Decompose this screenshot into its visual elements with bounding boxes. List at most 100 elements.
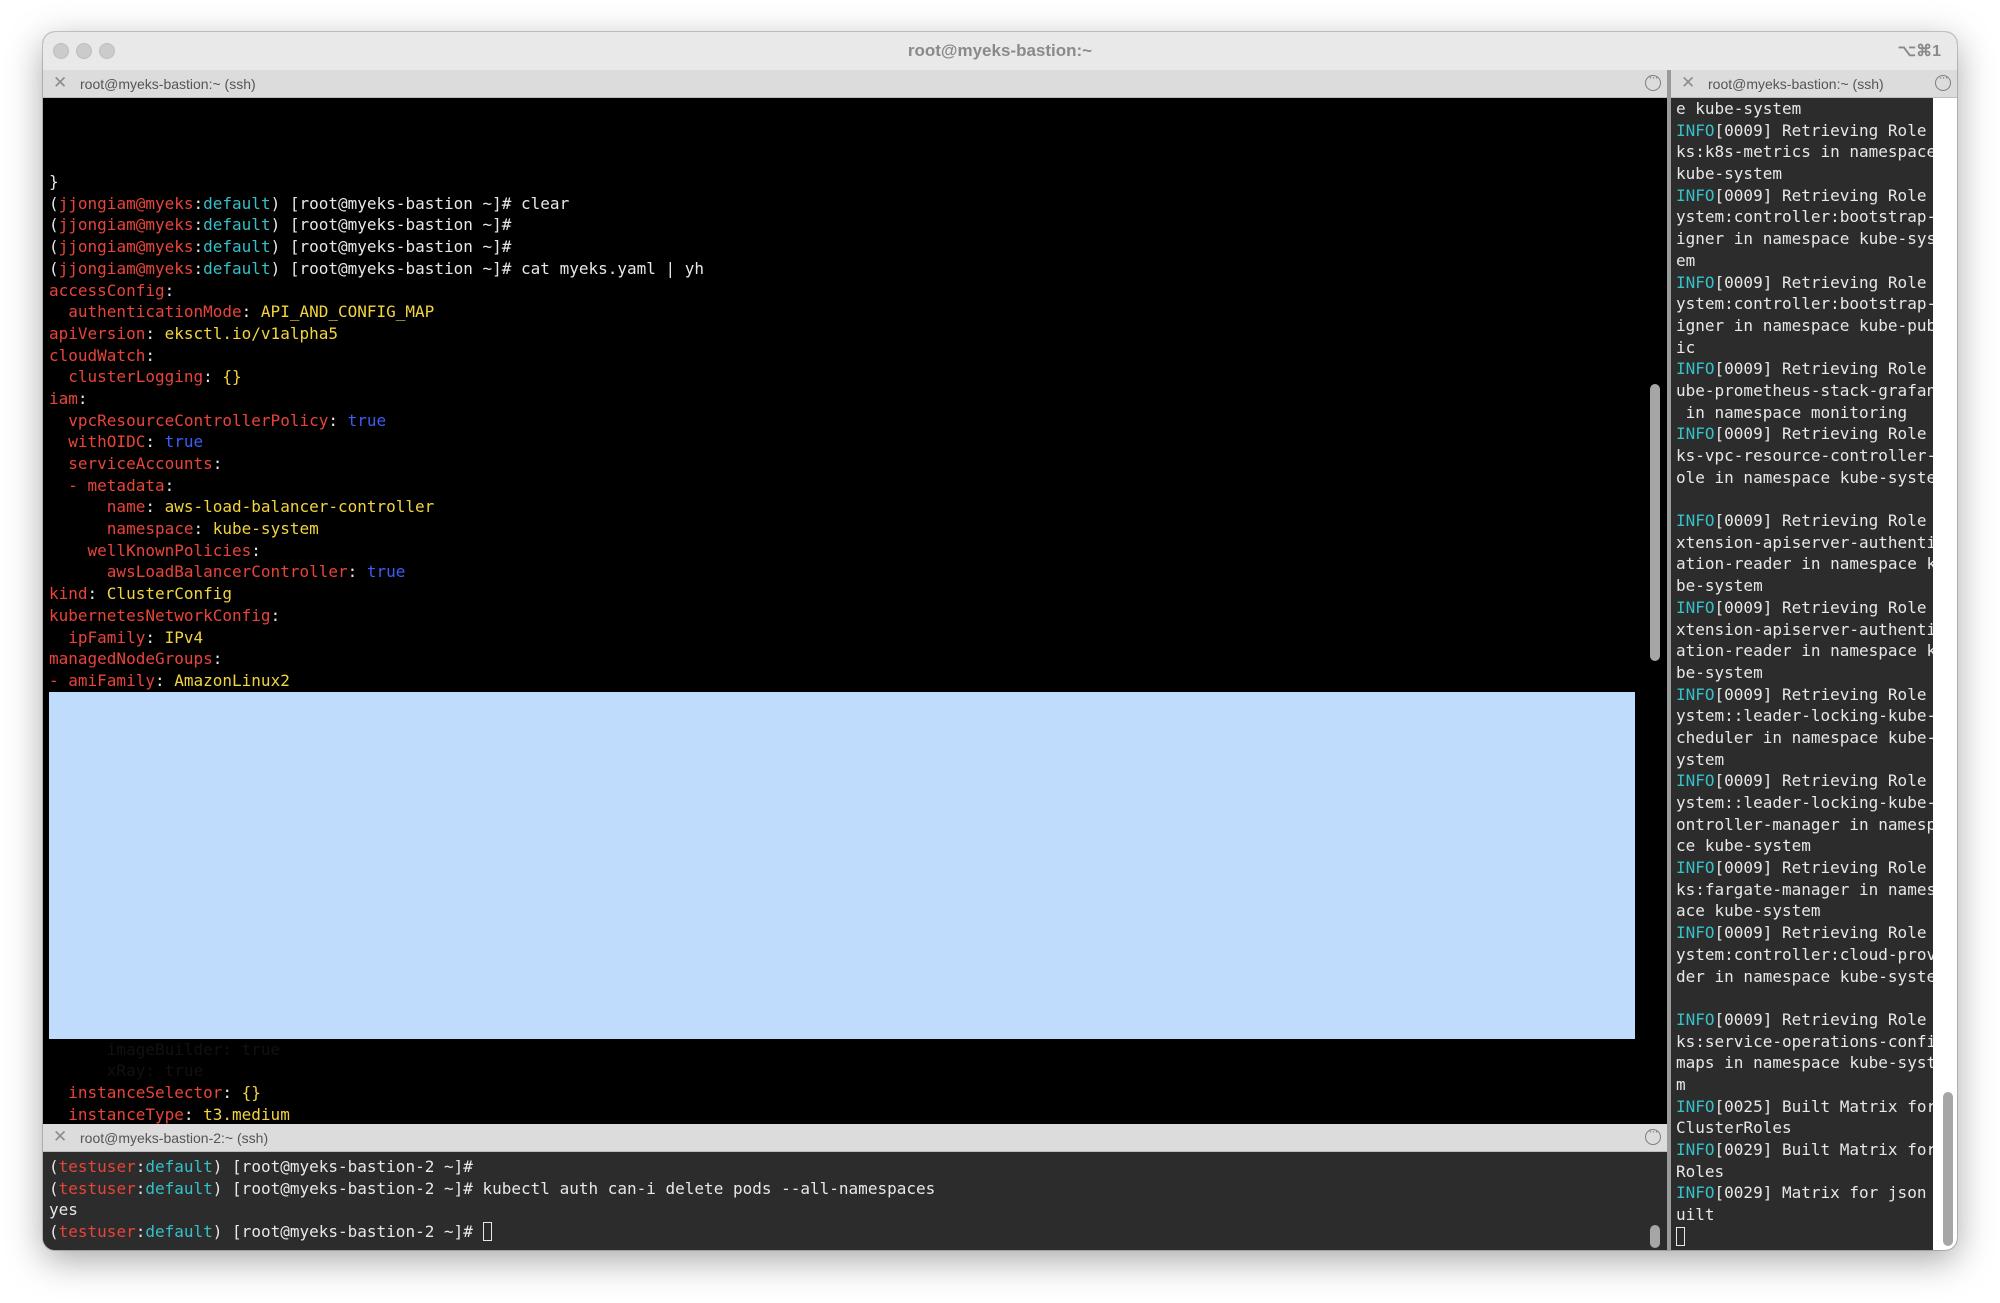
terminal-line: ks:service-operations-config [1676,1031,1933,1053]
terminal-text: : [241,302,261,322]
terminal-line: maps in namespace kube-syste [1676,1052,1933,1074]
terminal-text: kubernetesNetworkConfig [49,605,271,625]
terminal-pane-right[interactable]: e kube-system INFO[0009] Retrieving Role … [1671,98,1933,1250]
terminal-text: INFO [1676,272,1715,292]
terminal-text: [0009] Retrieving Role e [1714,597,1933,617]
pane-tab-main[interactable]: ✕ root@myeks-bastion:~ (ssh) [43,70,1667,98]
terminal-text: : [87,584,107,604]
terminal-text: serviceAccounts [49,454,213,474]
terminal-text: ystem::leader-locking-kube-s [1676,706,1933,726]
terminal-line: INFO[0009] Retrieving Role s [1676,185,1933,207]
terminal-line: namespace: kube-system [49,518,1667,540]
terminal-text: : [193,193,204,213]
terminal-text: ks:service-operations-config [1676,1031,1933,1051]
terminal-line: INFO[0025] Built Matrix for [1676,1096,1933,1118]
terminal-line: ce kube-system [1676,835,1933,857]
terminal-text: INFO [1676,1183,1715,1203]
terminal-text: INFO [1676,923,1715,943]
close-icon[interactable]: ✕ [53,73,67,93]
terminal-text: ube-prometheus-stack-grafana [1676,380,1933,400]
terminal-line: ation-reader in namespace ku [1676,640,1933,662]
terminal-text: : [145,432,165,452]
terminal-line: INFO[0009] Retrieving Role s [1676,272,1933,294]
terminal-text: ation-reader in namespace ku [1676,554,1933,574]
terminal-text: : [270,605,281,625]
terminal-text: be-system [1676,576,1763,596]
terminal-text: xtension-apiserver-authentic [1676,619,1933,639]
terminal-line: ation-reader in namespace ku [1676,553,1933,575]
terminal-text: jjongiam@myeks [58,215,194,235]
terminal-text: ystem::leader-locking-kube-c [1676,793,1933,812]
terminal-text: igner in namespace kube-publ [1676,315,1933,335]
terminal-pane-main[interactable]: } (jjongiam@myeks:default) [root@myeks-ba… [43,98,1667,1162]
terminal-line: e kube-system [1676,98,1933,120]
terminal-text: ks-vpc-resource-controller-r [1676,446,1933,465]
pane-tab-title: root@myeks-bastion:~ (ssh) [1708,76,1884,92]
scrollbar-right[interactable] [1943,1092,1953,1246]
terminal-line: INFO[0009] Retrieving Role k [1676,358,1933,380]
terminal-line: INFO[0009] Retrieving Role s [1676,770,1933,792]
pane-tab-title: root@myeks-bastion:~ (ssh) [80,76,256,92]
terminal-text: kind [49,584,88,604]
terminal-text: ( [49,237,59,257]
window-shortcut: ⌥⌘1 [1897,43,1941,60]
terminal-text: - metadata [49,475,165,495]
terminal-text: [0009] Retrieving Role e [1714,1009,1933,1029]
terminal-text: ontroller-manager in namespa [1676,814,1933,834]
more-options-icon[interactable] [1645,1124,1661,1145]
more-options-icon[interactable] [1645,70,1661,91]
terminal-text: ole in namespace kube-system [1676,467,1933,487]
terminal-text: : [203,367,223,387]
terminal-text: maps in namespace kube-syste [1676,1053,1933,1073]
terminal-text: INFO [1676,1096,1715,1116]
terminal-text: [0009] Retrieving Role e [1714,858,1933,878]
terminal-line: ks:k8s-metrics in namespace [1676,141,1933,163]
terminal-text: ks:k8s-metrics in namespace [1676,142,1933,162]
terminal-text: em [1676,250,1696,270]
terminal-text: ) [root@myeks-bastion-2 ~]# [212,1222,483,1242]
terminal-text: : [135,1157,146,1176]
terminal-line: ystem::leader-locking-kube-c [1676,792,1933,814]
terminal-text: vpcResourceControllerPolicy [49,410,329,430]
terminal-text: igner in namespace kube-syst [1676,229,1933,249]
terminal-text: xtension-apiserver-authentic [1676,532,1933,552]
terminal-text: ClusterRoles [1676,1118,1792,1138]
close-icon[interactable]: ✕ [53,1127,67,1147]
terminal-line: INFO[0009] Retrieving Role s [1676,922,1933,944]
terminal-text: ) [root@myeks-bastion ~]# [270,215,512,235]
text-selection [49,692,1635,1039]
terminal-line [1676,1226,1933,1248]
terminal-line: instanceType: t3.medium [49,1104,1667,1126]
terminal-line: ole in namespace kube-system [1676,467,1933,489]
more-options-icon[interactable] [1935,70,1951,91]
terminal-text: ce kube-system [1676,836,1811,856]
terminal-text: : [193,215,204,235]
terminal-text: eksctl.io/v1alpha5 [164,323,338,343]
terminal-line: cheduler in namespace kube-s [1676,727,1933,749]
terminal-line: ClusterRoles [1676,1117,1933,1139]
scrollbar-bottom[interactable] [1650,1225,1660,1248]
close-icon[interactable]: ✕ [1681,73,1695,93]
terminal-line: der in namespace kube-system [1676,966,1933,988]
terminal-pane-bottom[interactable]: (testuser:default) [root@myeks-bastion-2… [43,1152,1667,1250]
title-bar: root@myeks-bastion:~ ⌥⌘1 [43,32,1957,71]
terminal-text: xRay: true [49,1061,204,1081]
terminal-text: INFO [1676,511,1715,531]
terminal-line: INFO[0009] Retrieving Role e [1676,120,1933,142]
terminal-text: [0009] Retrieving Role e [1714,511,1933,531]
terminal-line: ks-vpc-resource-controller-r [1676,445,1933,467]
pane-tab-right[interactable]: ✕ root@myeks-bastion:~ (ssh) [1671,70,1957,98]
pane-tab-bottom[interactable]: ✕ root@myeks-bastion-2:~ (ssh) [43,1124,1667,1152]
terminal-text: der in namespace kube-system [1676,966,1933,986]
terminal-text: jjongiam@myeks [58,258,194,278]
terminal-text: : [145,345,155,365]
scrollbar-main[interactable] [1650,384,1660,661]
terminal-text: ) [root@myeks-bastion-2 ~]# kubectl auth… [212,1178,936,1198]
terminal-line: ystem:controller:bootstrap-s [1676,293,1933,315]
terminal-text: testuser [58,1178,136,1198]
terminal-text: : [77,388,88,408]
terminal-line: yes [49,1199,1667,1221]
terminal-text: INFO [1676,120,1715,140]
terminal-line: ace kube-system [1676,900,1933,922]
